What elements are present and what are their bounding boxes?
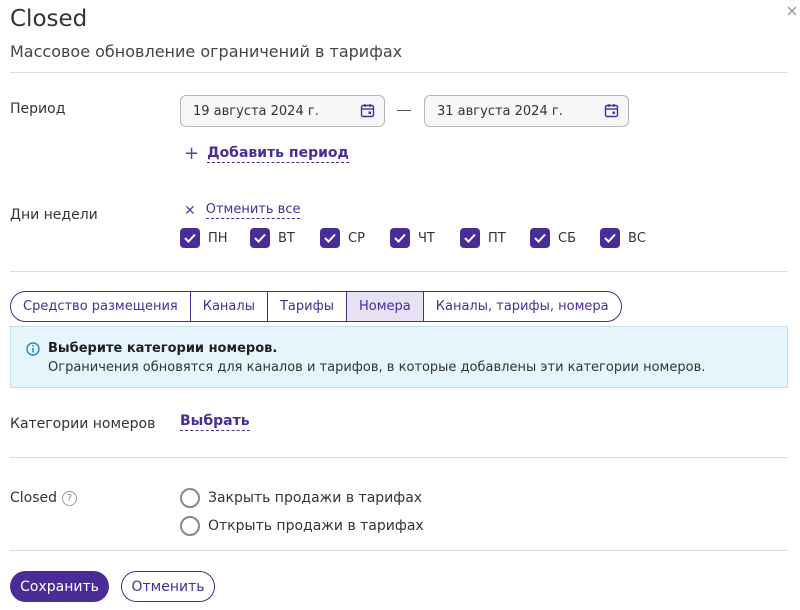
tab-rates[interactable]: Тарифы	[268, 292, 347, 321]
tab-property[interactable]: Средство размещения	[11, 292, 191, 321]
calendar-icon[interactable]	[360, 103, 375, 118]
date-range-separator	[397, 110, 411, 111]
weekday-checkbox-thu[interactable]: ЧТ	[390, 228, 460, 248]
unselect-all-link[interactable]: ✕ Отменить все	[184, 202, 301, 219]
end-date-field[interactable]: 31 августа 2024 г.	[424, 95, 629, 127]
weekday-label: ЧТ	[418, 230, 435, 246]
weekdays-label: Дни недели	[10, 207, 98, 223]
room-categories-label: Категории номеров	[10, 416, 156, 432]
period-label: Период	[10, 101, 66, 117]
weekday-label: СБ	[558, 230, 576, 246]
weekday-label: ВС	[628, 230, 646, 246]
checkmark-icon	[250, 228, 270, 248]
end-date-value: 31 августа 2024 г.	[437, 104, 563, 119]
tab-channels[interactable]: Каналы	[191, 292, 268, 321]
weekday-label: ПН	[208, 230, 228, 246]
start-date-value: 19 августа 2024 г.	[193, 104, 319, 119]
info-icon	[26, 342, 40, 356]
calendar-icon[interactable]	[604, 103, 619, 118]
add-period-label: Добавить период	[207, 145, 349, 163]
add-period-link[interactable]: + Добавить период	[184, 145, 349, 163]
select-room-categories-link[interactable]: Выбрать	[180, 413, 250, 431]
radio-circle	[180, 516, 200, 536]
unselect-all-label: Отменить все	[205, 202, 301, 219]
tab-channels-rates-rooms[interactable]: Каналы, тарифы, номера	[424, 292, 621, 321]
start-date-field[interactable]: 19 августа 2024 г.	[180, 95, 385, 127]
close-icon: ✕	[184, 202, 196, 219]
scope-tabs: Средство размещения Каналы Тарифы Номера…	[10, 291, 622, 322]
radio-circle	[180, 488, 200, 508]
tab-rooms[interactable]: Номера	[346, 292, 424, 321]
checkmark-icon	[530, 228, 550, 248]
checkmark-icon	[180, 228, 200, 248]
weekday-label: ВТ	[278, 230, 295, 246]
divider	[10, 72, 788, 73]
weekday-checkbox-fri[interactable]: ПТ	[460, 228, 530, 248]
info-body: Ограничения обновятся для каналов и тари…	[48, 360, 706, 375]
close-sales-radio[interactable]: Закрыть продажи в тарифах	[180, 488, 422, 508]
divider	[10, 457, 788, 458]
checkmark-icon	[320, 228, 340, 248]
divider	[10, 271, 788, 272]
weekday-checkboxes: ПН ВТ СР ЧТ ПТ СБ ВС	[180, 228, 670, 248]
weekday-label: ПТ	[488, 230, 506, 246]
close-icon[interactable]	[785, 4, 799, 18]
open-sales-radio[interactable]: Открыть продажи в тарифах	[180, 516, 424, 536]
weekday-label: СР	[348, 230, 365, 246]
plus-icon: +	[184, 143, 200, 164]
checkmark-icon	[390, 228, 410, 248]
weekday-checkbox-wed[interactable]: СР	[320, 228, 390, 248]
weekday-checkbox-sun[interactable]: ВС	[600, 228, 670, 248]
weekday-checkbox-tue[interactable]: ВТ	[250, 228, 320, 248]
info-heading: Выберите категории номеров.	[48, 341, 278, 356]
dialog-title: Closed	[10, 6, 88, 32]
divider	[10, 550, 788, 551]
save-button[interactable]: Сохранить	[10, 571, 109, 602]
dialog-subtitle: Массовое обновление ограничений в тарифа…	[10, 42, 403, 61]
help-icon[interactable]: ?	[62, 491, 77, 506]
info-banner: Выберите категории номеров. Ограничения …	[10, 326, 788, 388]
checkmark-icon	[600, 228, 620, 248]
checkmark-icon	[460, 228, 480, 248]
cancel-button[interactable]: Отменить	[121, 571, 215, 602]
open-sales-label: Открыть продажи в тарифах	[208, 518, 424, 534]
weekday-checkbox-sat[interactable]: СБ	[530, 228, 600, 248]
close-sales-label: Закрыть продажи в тарифах	[208, 490, 423, 506]
weekday-checkbox-mon[interactable]: ПН	[180, 228, 250, 248]
closed-label: Closed	[10, 490, 58, 506]
